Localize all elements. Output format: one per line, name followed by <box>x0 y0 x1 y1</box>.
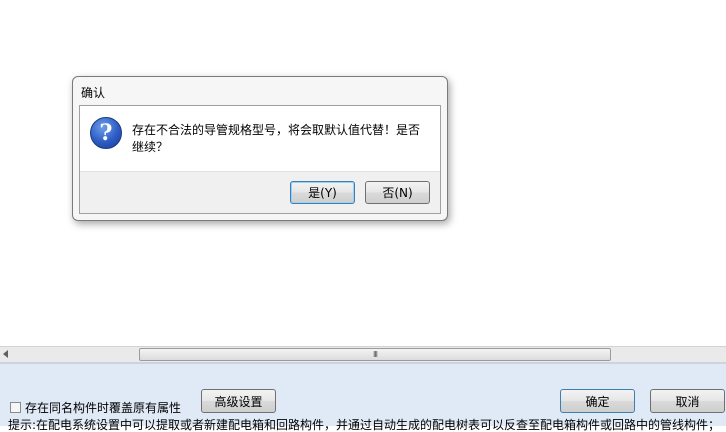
yes-button[interactable]: 是(Y) <box>290 181 355 204</box>
ok-button[interactable]: 确定 <box>560 389 635 413</box>
dialog-footer: 是(Y) 否(N) <box>80 171 440 213</box>
scrollbar-thumb[interactable]: III <box>139 348 611 361</box>
cancel-button[interactable]: 取消 <box>650 389 725 413</box>
checkbox-box[interactable] <box>10 402 21 413</box>
dialog-message: 存在不合法的导管规格型号，将会取默认值代替！是否继续？ <box>132 123 421 154</box>
confirm-dialog: 确认 ? 存在不合法的导管规格型号，将会取默认值代替！是否继续？ 是(Y) 否(… <box>72 76 448 221</box>
overwrite-checkbox[interactable]: 存在同名构件时覆盖原有属性 <box>10 399 181 416</box>
scroll-left-arrow-icon[interactable] <box>3 350 8 358</box>
dialog-body: ? 存在不合法的导管规格型号，将会取默认值代替！是否继续？ 是(Y) 否(N) <box>79 105 441 214</box>
scrollbar-grip-icon: III <box>372 350 378 359</box>
horizontal-scrollbar[interactable]: III <box>0 346 726 363</box>
no-button[interactable]: 否(N) <box>365 181 430 204</box>
hint-text: 提示:在配电系统设置中可以提取或者新建配电箱和回路构件，并通过自动生成的配电树表… <box>8 418 721 432</box>
question-icon: ? <box>90 117 122 149</box>
advanced-settings-button[interactable]: 高级设置 <box>201 389 276 413</box>
overwrite-checkbox-label: 存在同名构件时覆盖原有属性 <box>25 401 182 415</box>
dialog-title: 确认 <box>81 86 106 100</box>
